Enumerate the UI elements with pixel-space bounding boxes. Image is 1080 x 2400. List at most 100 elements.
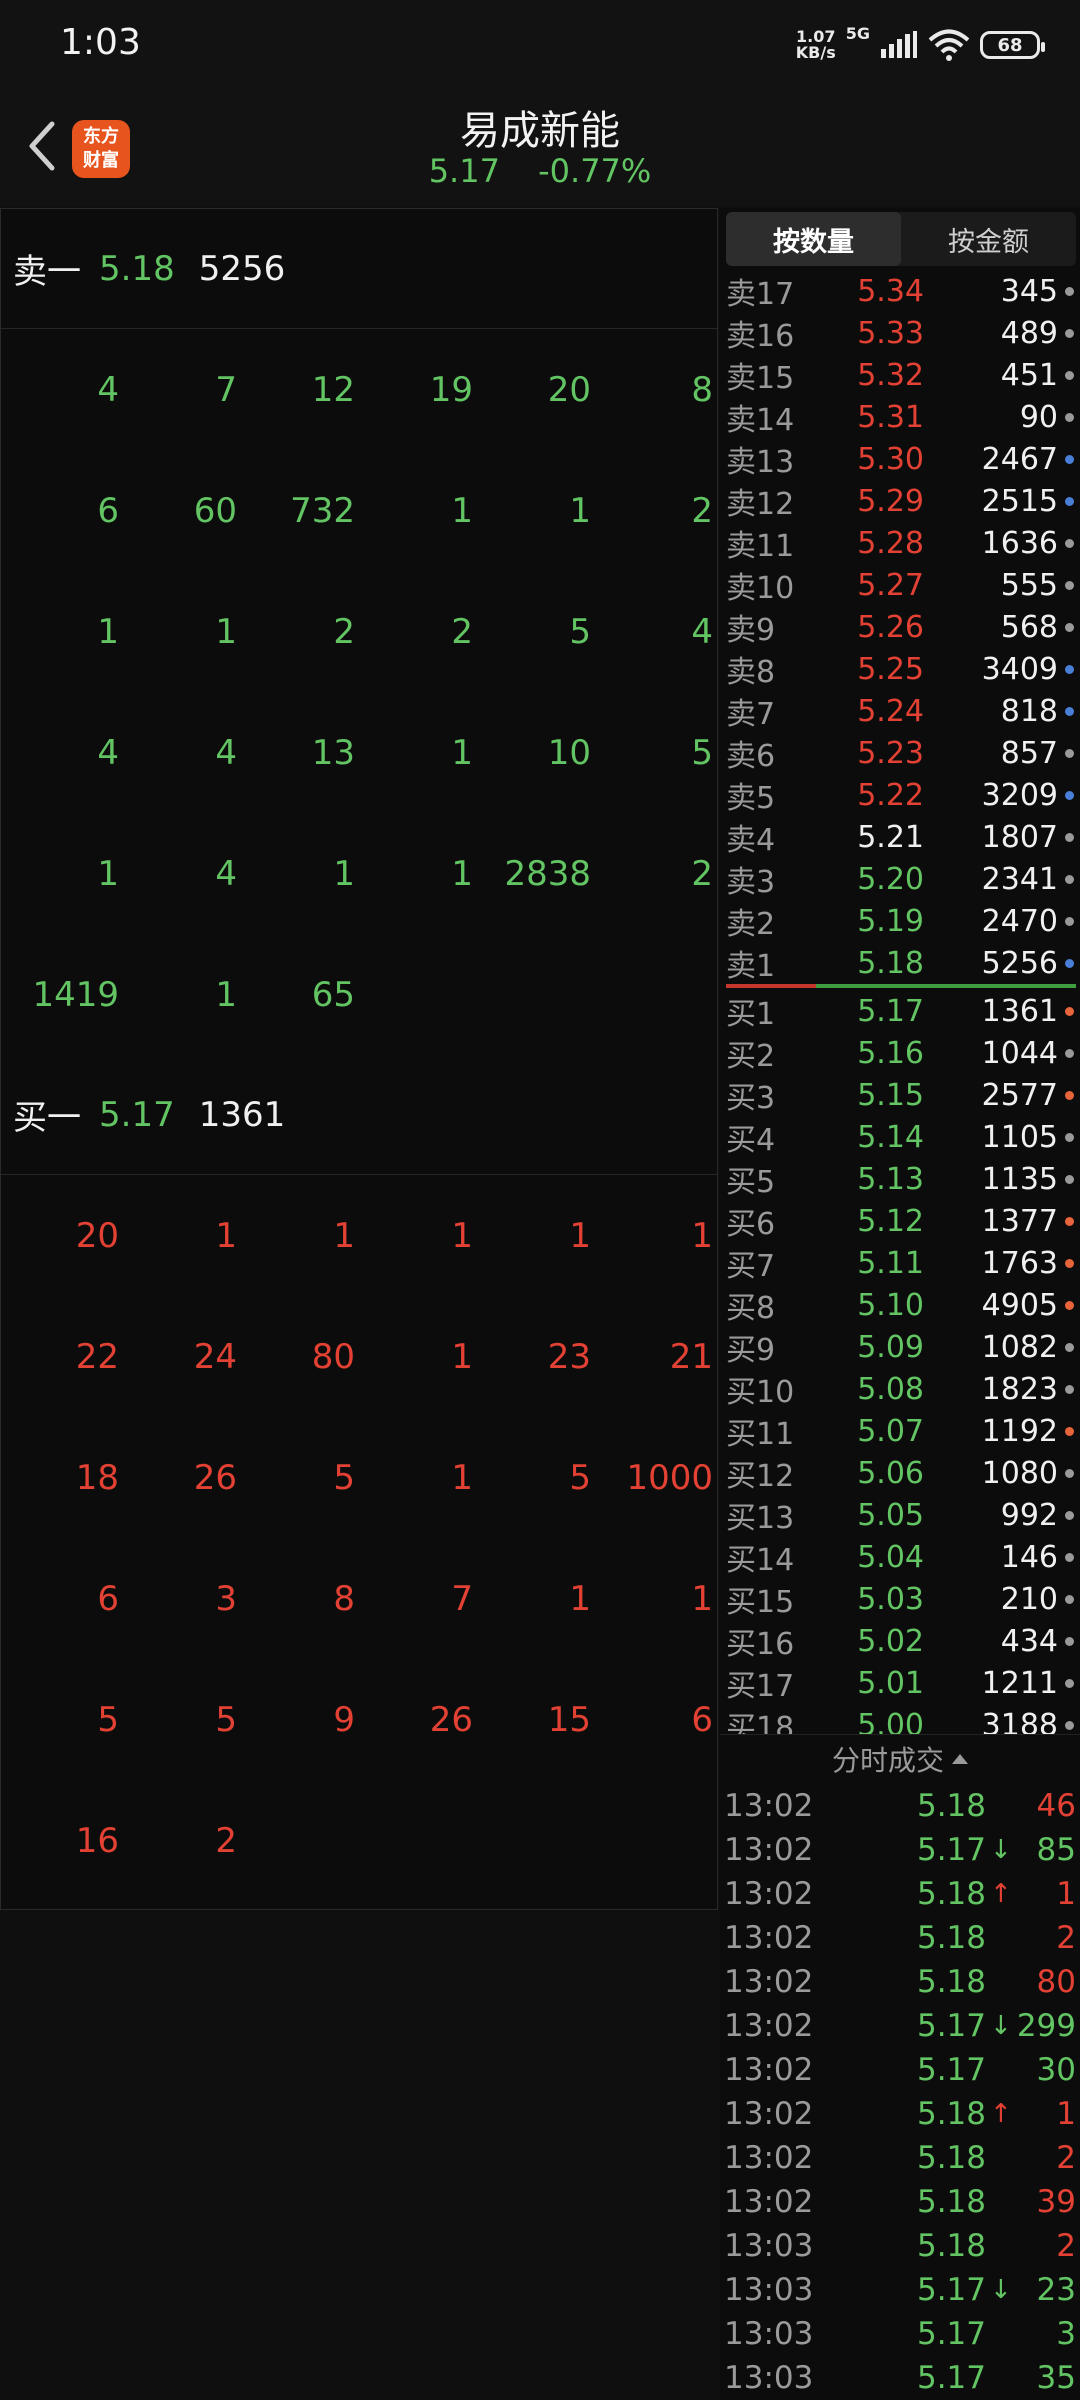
ask-level-row[interactable]: 卖9 5.26 568 bbox=[720, 606, 1080, 648]
order-book-panel: 按数量 按金额 卖17 5.34 345 卖16 5.33 489 卖15 5.32 451 卖1… bbox=[720, 208, 1080, 2400]
bid-level-row[interactable]: 买14 5.04 146 bbox=[720, 1536, 1080, 1578]
ask-levels[interactable]: 卖17 5.34 345 卖16 5.33 489 卖15 5.32 451 卖14 5.31 90 卖… bbox=[720, 270, 1080, 982]
level-volume: 1636 bbox=[981, 525, 1058, 561]
bid-levels[interactable]: 买1 5.17 1361 买2 5.16 1044 买3 5.15 2577 买4 5.14 1105… bbox=[720, 990, 1080, 1734]
tab-by-quantity[interactable]: 按数量 bbox=[726, 212, 901, 266]
queue-cell: 4 bbox=[97, 732, 119, 773]
level-dot-wrap bbox=[1058, 1216, 1080, 1226]
queue-cell: 4 bbox=[215, 853, 237, 894]
bid-level-row[interactable]: 买4 5.14 1105 bbox=[720, 1116, 1080, 1158]
arrow-down-icon: ↓ bbox=[990, 1835, 1012, 1865]
level-price: 5.19 bbox=[857, 903, 924, 939]
level-dot-wrap bbox=[1058, 1300, 1080, 1310]
ask-level-row[interactable]: 卖15 5.32 451 bbox=[720, 354, 1080, 396]
level-dot-wrap bbox=[1058, 1594, 1080, 1604]
tick-row: 13:03 5.17 3 bbox=[720, 2312, 1080, 2356]
level-price: 5.12 bbox=[857, 1203, 924, 1239]
bid-level-row[interactable]: 买3 5.15 2577 bbox=[720, 1074, 1080, 1116]
ask-level-row[interactable]: 卖3 5.20 2341 bbox=[720, 858, 1080, 900]
bid-level-row[interactable]: 买7 5.11 1763 bbox=[720, 1242, 1080, 1284]
level-label: 买8 bbox=[726, 1291, 776, 1326]
level-volume: 1361 bbox=[981, 993, 1058, 1029]
bid-level-row[interactable]: 买17 5.01 1211 bbox=[720, 1662, 1080, 1704]
bid-level-row[interactable]: 买2 5.16 1044 bbox=[720, 1032, 1080, 1074]
ask-level-row[interactable]: 卖12 5.29 2515 bbox=[720, 480, 1080, 522]
bid-level-row[interactable]: 买13 5.05 992 bbox=[720, 1494, 1080, 1536]
level-price: 5.29 bbox=[857, 483, 924, 519]
level-volume: 3209 bbox=[981, 777, 1058, 813]
level-volume: 2341 bbox=[981, 861, 1058, 897]
book-tabs: 按数量 按金额 bbox=[726, 212, 1076, 266]
ask-level-row[interactable]: 卖7 5.24 818 bbox=[720, 690, 1080, 732]
ask-level-row[interactable]: 卖1 5.18 5256 bbox=[720, 942, 1080, 982]
level-label: 卖14 bbox=[726, 403, 795, 438]
tick-price: 5.17 bbox=[916, 2272, 986, 2308]
bid-level-row[interactable]: 买6 5.12 1377 bbox=[720, 1200, 1080, 1242]
level-volume: 5256 bbox=[981, 945, 1058, 981]
tick-list[interactable]: 13:02 5.18 46 13:02 5.17 ↓ 85 13:02 5.18 ↑ 1 13:02 5… bbox=[720, 1784, 1080, 2400]
ask-level-row[interactable]: 卖5 5.22 3209 bbox=[720, 774, 1080, 816]
queue-cell: 4 bbox=[97, 369, 119, 410]
status-bar: 1:03 1.07 KB/s 5G 68 bbox=[0, 0, 1080, 86]
ask-level-row[interactable]: 卖11 5.28 1636 bbox=[720, 522, 1080, 564]
level-label: 买17 bbox=[726, 1669, 795, 1704]
tick-row: 13:02 5.18 2 bbox=[720, 2136, 1080, 2180]
status-dot-icon bbox=[1064, 538, 1074, 548]
caret-up-icon bbox=[952, 1753, 968, 1764]
queue-cell: 6 bbox=[97, 490, 119, 531]
ask-level-row[interactable]: 卖8 5.25 3409 bbox=[720, 648, 1080, 690]
level-volume: 489 bbox=[1000, 315, 1058, 351]
bid-level-row[interactable]: 买10 5.08 1823 bbox=[720, 1368, 1080, 1410]
queue-row: 6 60 732 1 1 2 bbox=[1, 450, 717, 571]
bid-level-row[interactable]: 买12 5.06 1080 bbox=[720, 1452, 1080, 1494]
level-label: 卖13 bbox=[726, 445, 795, 480]
ask-level-row[interactable]: 卖6 5.23 857 bbox=[720, 732, 1080, 774]
ask-level-row[interactable]: 卖2 5.19 2470 bbox=[720, 900, 1080, 942]
ticks-header[interactable]: 分时成交 bbox=[720, 1734, 1080, 1782]
queue-row: 5 5 9 26 15 6 bbox=[1, 1659, 717, 1780]
ask-level-row[interactable]: 卖16 5.33 489 bbox=[720, 312, 1080, 354]
bid-level-row[interactable]: 买16 5.02 434 bbox=[720, 1620, 1080, 1662]
ask-level-row[interactable]: 卖10 5.27 555 bbox=[720, 564, 1080, 606]
status-dot-icon bbox=[1064, 1258, 1074, 1268]
tick-time: 13:02 bbox=[724, 2008, 814, 2044]
bid-level-row[interactable]: 买8 5.10 4905 bbox=[720, 1284, 1080, 1326]
tick-price: 5.18 bbox=[916, 2228, 986, 2264]
level-price: 5.02 bbox=[857, 1623, 924, 1659]
ask-level-row[interactable]: 卖17 5.34 345 bbox=[720, 270, 1080, 312]
tick-price: 5.18 bbox=[916, 1964, 986, 2000]
status-dot-icon bbox=[1064, 832, 1074, 842]
bid-level-row[interactable]: 买18 5.00 3188 bbox=[720, 1704, 1080, 1734]
tick-volume: 2 bbox=[1056, 2140, 1076, 2176]
ask-level-row[interactable]: 卖4 5.21 1807 bbox=[720, 816, 1080, 858]
level-volume: 2515 bbox=[981, 483, 1058, 519]
status-dot-icon bbox=[1064, 1468, 1074, 1478]
tick-time: 13:02 bbox=[724, 1832, 814, 1868]
level-volume: 2470 bbox=[981, 903, 1058, 939]
tick-row: 13:02 5.18 ↑ 1 bbox=[720, 1872, 1080, 1916]
level-label: 卖10 bbox=[726, 571, 795, 606]
level-price: 5.24 bbox=[857, 693, 924, 729]
queue-cell: 2 bbox=[333, 611, 355, 652]
queue-cell: 1 bbox=[451, 1457, 473, 1498]
queue-cell: 5 bbox=[97, 1699, 119, 1740]
queue-cell: 1 bbox=[215, 1215, 237, 1256]
queue-cell: 15 bbox=[547, 1699, 591, 1740]
level-dot-wrap bbox=[1058, 538, 1080, 548]
bid-level-row[interactable]: 买9 5.09 1082 bbox=[720, 1326, 1080, 1368]
bid-level-row[interactable]: 买1 5.17 1361 bbox=[720, 990, 1080, 1032]
tick-price: 5.18 bbox=[916, 2140, 986, 2176]
arrow-up-icon: ↑ bbox=[990, 2099, 1012, 2129]
tick-volume: 1 bbox=[1056, 2096, 1076, 2132]
level-price: 5.27 bbox=[857, 567, 924, 603]
tick-price: 5.18 bbox=[916, 1788, 986, 1824]
queue-cell: 2838 bbox=[504, 853, 591, 894]
bid-level-row[interactable]: 买11 5.07 1192 bbox=[720, 1410, 1080, 1452]
tab-by-amount[interactable]: 按金额 bbox=[901, 212, 1076, 266]
level-volume: 4905 bbox=[981, 1287, 1058, 1323]
bid-level-row[interactable]: 买15 5.03 210 bbox=[720, 1578, 1080, 1620]
level-dot-wrap bbox=[1058, 328, 1080, 338]
ask-level-row[interactable]: 卖14 5.31 90 bbox=[720, 396, 1080, 438]
bid-level-row[interactable]: 买5 5.13 1135 bbox=[720, 1158, 1080, 1200]
ask-level-row[interactable]: 卖13 5.30 2467 bbox=[720, 438, 1080, 480]
